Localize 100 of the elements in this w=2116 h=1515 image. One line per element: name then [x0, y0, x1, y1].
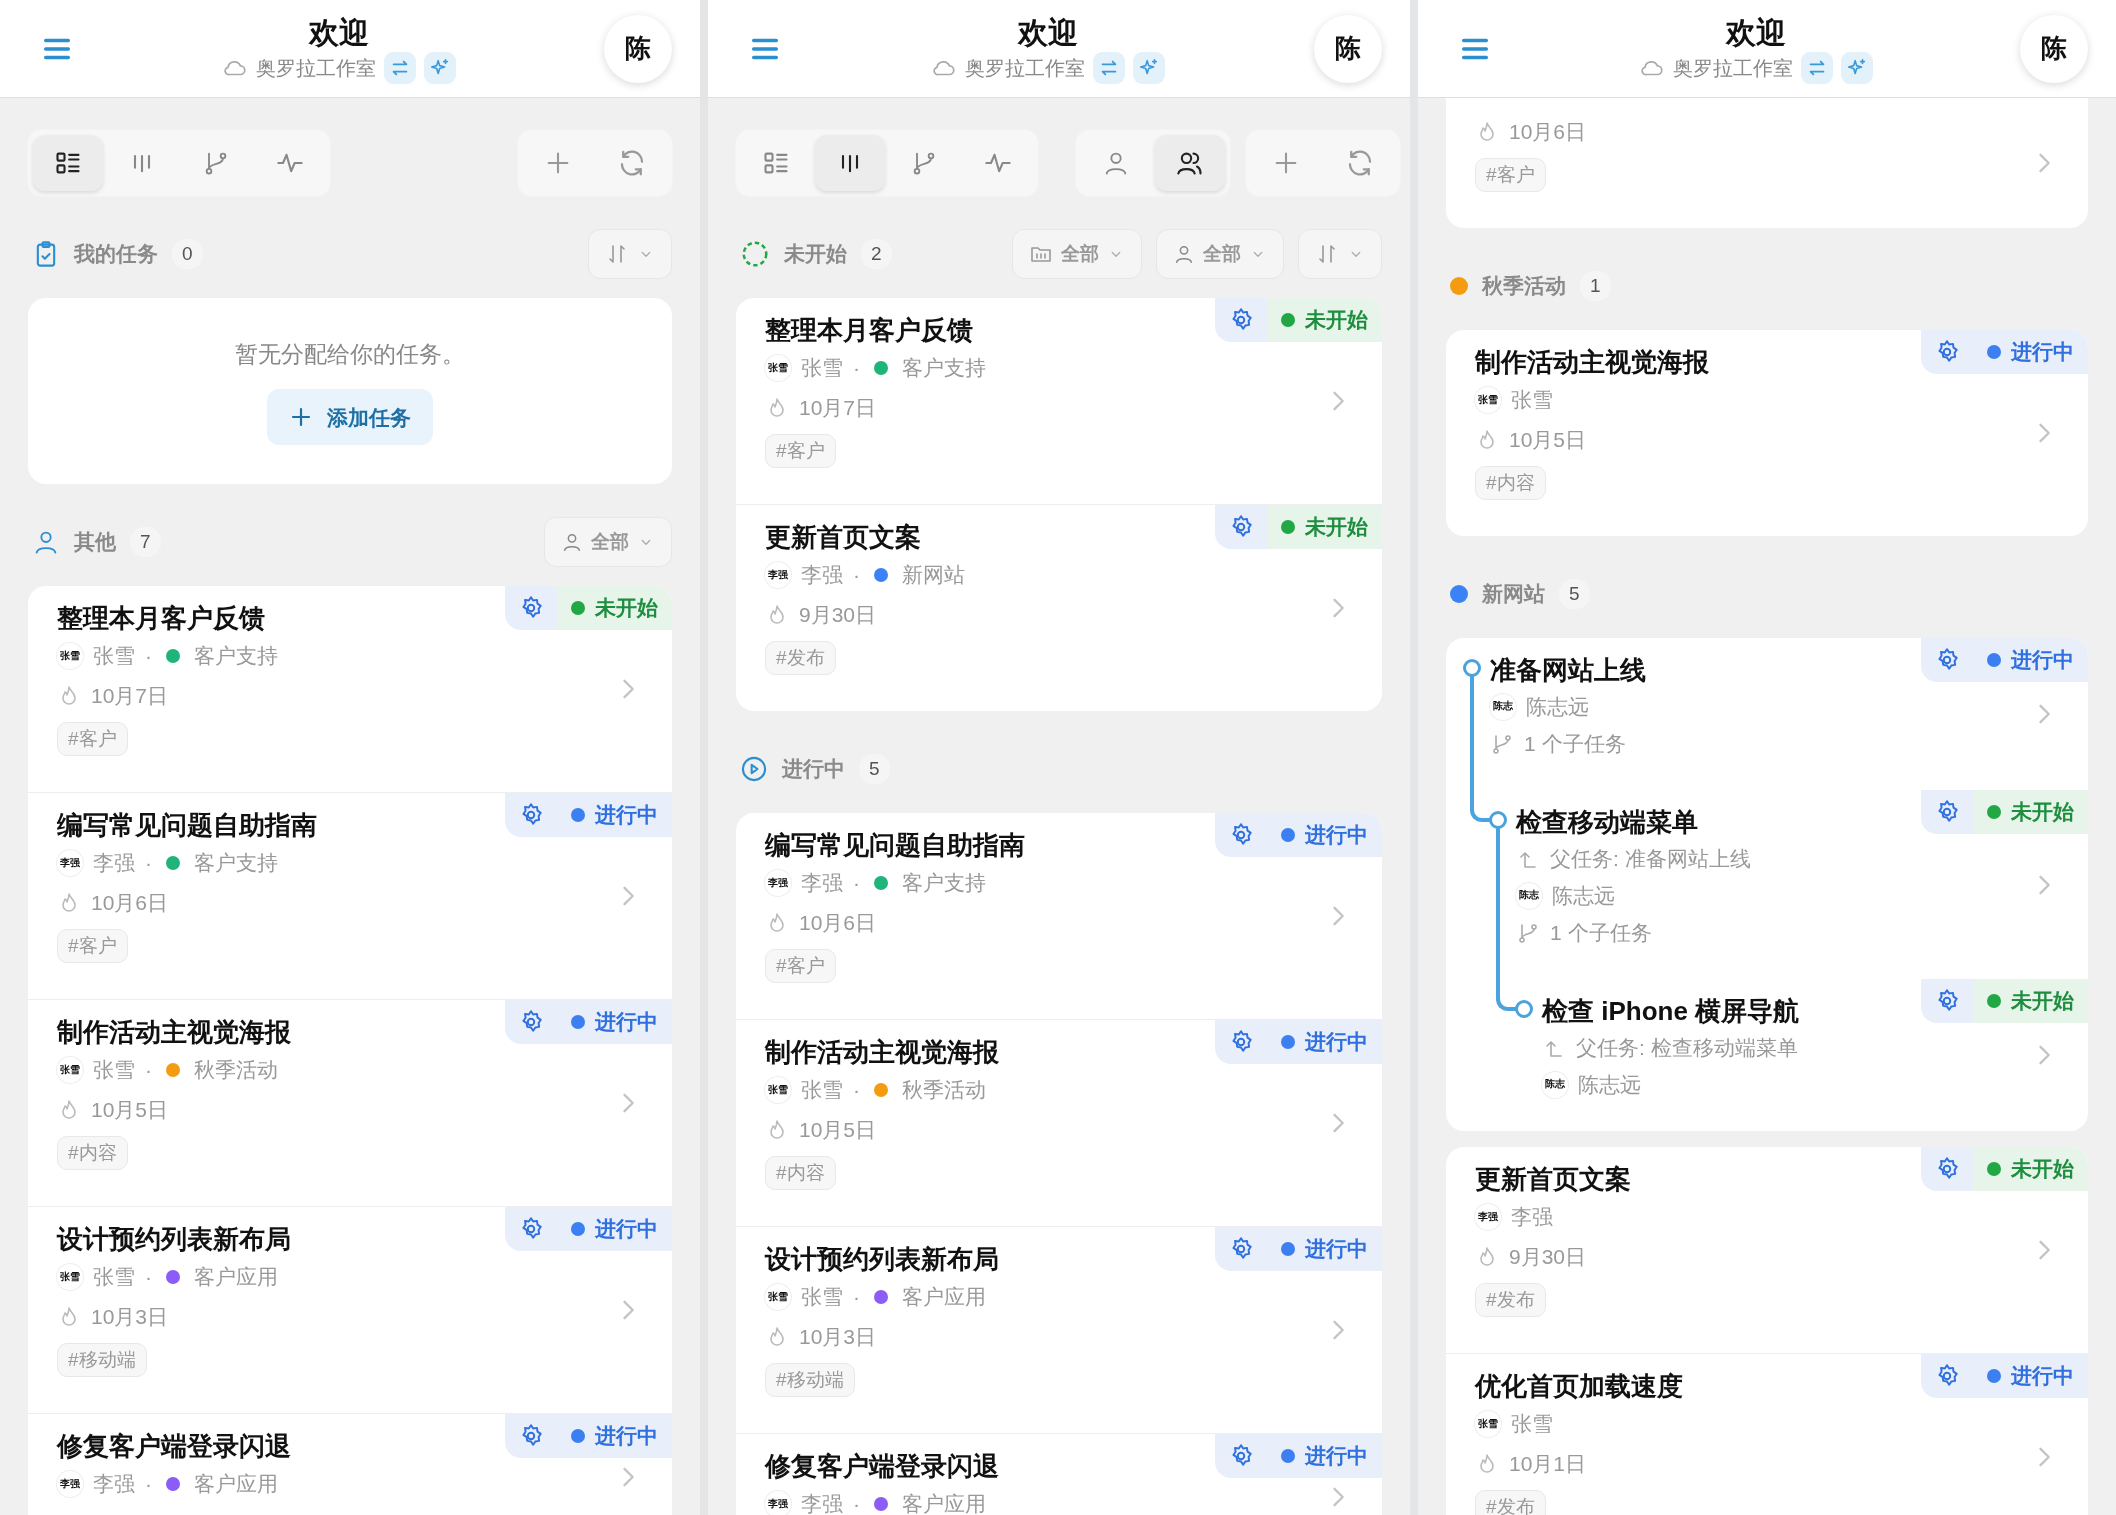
sparkle-button[interactable]	[1133, 51, 1165, 84]
assignee-name: 张雪	[801, 1284, 843, 1310]
settings-button[interactable]	[1921, 1147, 1973, 1191]
settings-button[interactable]	[1921, 979, 1973, 1023]
tree-node-icon	[1489, 811, 1507, 829]
status-badge[interactable]: 未开始	[1973, 979, 2088, 1023]
status-badge[interactable]: 进行中	[557, 1207, 672, 1251]
settings-button[interactable]	[505, 1207, 557, 1251]
status-badge[interactable]: 进行中	[557, 1000, 672, 1044]
view-tab[interactable]	[815, 135, 885, 191]
due-date: 10月1日	[1509, 1451, 1587, 1477]
swap-button[interactable]	[384, 51, 416, 84]
avatar-button[interactable]: 陈	[604, 14, 672, 83]
status-badge[interactable]: 未开始	[557, 586, 672, 630]
parent-task: 父任务: 准备网站上线	[1550, 846, 1751, 872]
sort-dropdown[interactable]	[588, 229, 672, 279]
status-badge[interactable]: 未开始	[1973, 790, 2088, 834]
status-badge[interactable]: 进行中	[1267, 813, 1382, 857]
filter-dropdown[interactable]: 全部	[1156, 229, 1284, 279]
user-avatar: 李强	[1475, 1204, 1501, 1230]
tag-chip: #内容	[1475, 466, 1546, 500]
settings-button[interactable]	[1215, 1434, 1267, 1478]
status-badge[interactable]: 未开始	[1973, 1147, 2088, 1191]
status-badge[interactable]: 进行中	[1267, 1227, 1382, 1271]
settings-button[interactable]	[1921, 638, 1973, 682]
assignee-name: 张雪	[801, 355, 843, 381]
filter-dropdown[interactable]: 全部	[1012, 229, 1142, 279]
separator: ·	[853, 1491, 860, 1515]
project-name: 客户支持	[194, 850, 278, 876]
task-title: 编写常见问题自助指南	[765, 829, 1025, 862]
add-task-button[interactable]: 添加任务	[267, 389, 433, 446]
project-name: 客户应用	[194, 1264, 278, 1290]
status-label: 进行中	[2011, 339, 2074, 366]
settings-button[interactable]	[505, 793, 557, 837]
status-label: 未开始	[2011, 799, 2074, 826]
status-dot	[1987, 994, 2001, 1008]
project-name: 新网站	[902, 562, 965, 588]
user-avatar: 张雪	[765, 1077, 791, 1103]
view-tab[interactable]	[33, 135, 103, 191]
user-avatar: 张雪	[57, 1264, 83, 1290]
sort-dropdown[interactable]	[1298, 229, 1382, 279]
tag-chip: #移动端	[57, 1343, 147, 1377]
settings-button[interactable]	[505, 586, 557, 630]
settings-button[interactable]	[1215, 1020, 1267, 1064]
settings-button[interactable]	[505, 1000, 557, 1044]
project-name: 客户应用	[194, 1471, 278, 1497]
settings-button[interactable]	[1215, 505, 1267, 549]
page-title: 欢迎	[309, 14, 369, 51]
task-title: 修复客户端登录闪退	[57, 1430, 291, 1463]
task-title: 检查 iPhone 横屏导航	[1542, 995, 1800, 1028]
swap-button[interactable]	[1801, 51, 1833, 84]
status-badge[interactable]: 进行中	[1267, 1020, 1382, 1064]
section-title: 我的任务	[74, 241, 158, 268]
status-badge[interactable]: 进行中	[1973, 638, 2088, 682]
avatar-button[interactable]: 陈	[1314, 14, 1382, 83]
due-date: 9月30日	[1509, 1244, 1587, 1270]
status-badge[interactable]: 进行中	[557, 1414, 672, 1458]
due-date: 10月6日	[1509, 119, 1587, 145]
status-dot	[1987, 1162, 2001, 1176]
assignee-name: 张雪	[93, 1057, 135, 1083]
status-badge[interactable]: 进行中	[1973, 1354, 2088, 1398]
project-name: 秋季活动	[194, 1057, 278, 1083]
view-tab[interactable]	[1155, 135, 1225, 191]
tag-chip: #发布	[765, 641, 836, 675]
task-title: 准备网站上线	[1490, 654, 1646, 687]
settings-button[interactable]	[1215, 1227, 1267, 1271]
status-dot	[571, 1222, 585, 1236]
status-badge[interactable]: 未开始	[1267, 505, 1382, 549]
user-avatar: 张雪	[57, 643, 83, 669]
separator: ·	[853, 1077, 860, 1103]
status-label: 进行中	[595, 802, 658, 829]
avatar-button[interactable]: 陈	[2020, 14, 2088, 83]
settings-button[interactable]	[1215, 298, 1267, 342]
status-label: 进行中	[595, 1009, 658, 1036]
status-badge[interactable]: 进行中	[1267, 1434, 1382, 1478]
swap-button[interactable]	[1093, 51, 1125, 84]
sparkle-button[interactable]	[424, 51, 456, 84]
status-badge[interactable]: 未开始	[1267, 298, 1382, 342]
settings-button[interactable]	[1921, 330, 1973, 374]
tag-chip: #内容	[57, 1136, 128, 1170]
sparkle-button[interactable]	[1841, 51, 1873, 84]
separator: ·	[853, 1284, 860, 1310]
status-label: 进行中	[1305, 1029, 1368, 1056]
assignee-name: 陈志远	[1552, 883, 1615, 909]
status-badge[interactable]: 进行中	[557, 793, 672, 837]
status-badge[interactable]: 进行中	[1973, 330, 2088, 374]
separator: ·	[145, 643, 152, 669]
task-title: 更新首页文案	[765, 521, 921, 554]
assignee-name: 张雪	[1511, 387, 1553, 413]
assignee-name: 李强	[801, 1491, 843, 1515]
tag-chip: #客户	[765, 949, 836, 983]
settings-button[interactable]	[1921, 790, 1973, 834]
filter-dropdown[interactable]: 全部	[544, 517, 672, 567]
project-name: 秋季活动	[902, 1077, 986, 1103]
settings-button[interactable]	[505, 1414, 557, 1458]
settings-button[interactable]	[1215, 813, 1267, 857]
separator: ·	[145, 1057, 152, 1083]
settings-button[interactable]	[1921, 1354, 1973, 1398]
project-name: 客户应用	[902, 1491, 986, 1515]
subtask-count: 1 个子任务	[1524, 731, 1626, 757]
